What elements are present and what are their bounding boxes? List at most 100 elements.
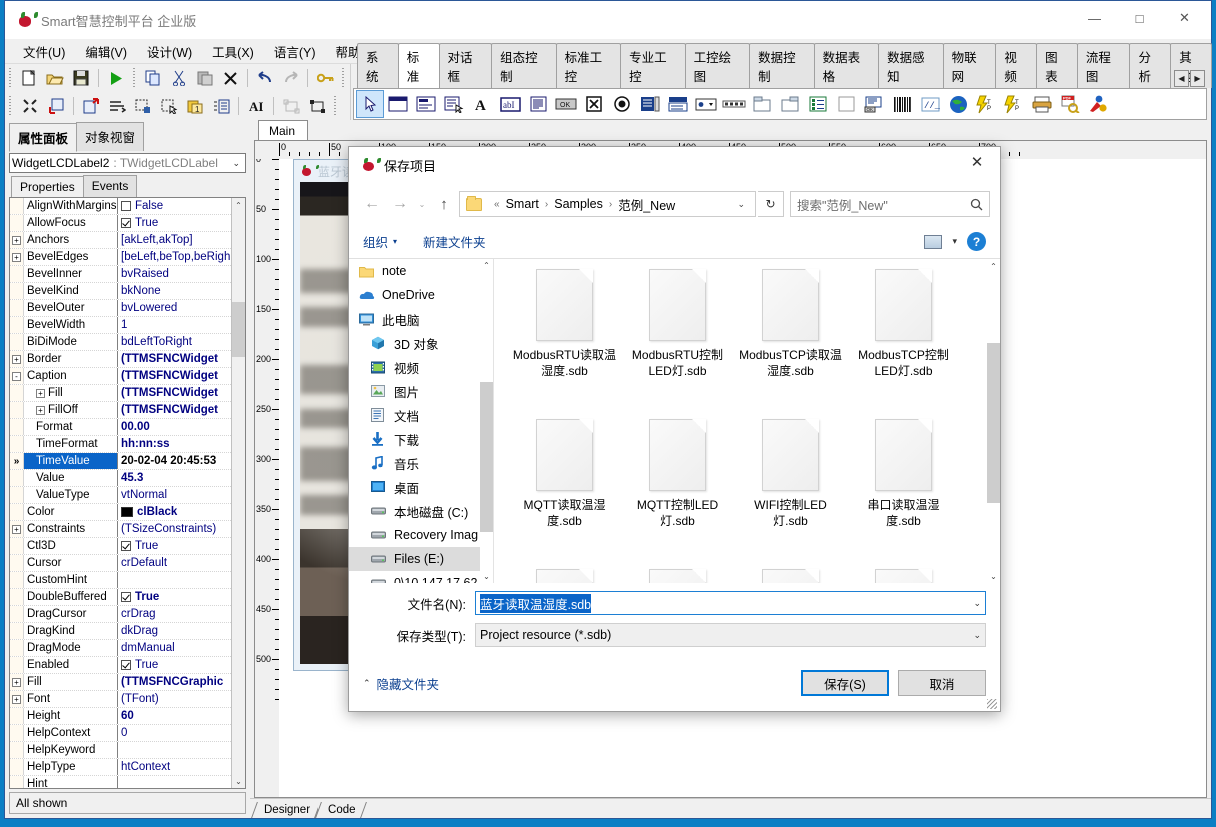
property-value[interactable]: vtNormal: [118, 489, 231, 501]
resize-gripper[interactable]: [987, 699, 997, 709]
panel-icon[interactable]: [384, 90, 412, 118]
filename-input[interactable]: 蓝牙读取温湿度.sdb ⌄: [475, 591, 986, 615]
property-row[interactable]: + Fill (TTMSFNCWidget: [10, 385, 231, 402]
property-value[interactable]: 1: [118, 319, 231, 331]
file-item[interactable]: MQTT读取温湿度.sdb: [508, 419, 621, 569]
menu-item-file[interactable]: 文件(U): [13, 39, 75, 64]
expand-plus-icon[interactable]: +: [36, 405, 45, 415]
cut-scissors-icon[interactable]: [166, 66, 192, 90]
memo-icon[interactable]: [524, 90, 552, 118]
close-button[interactable]: ✕: [1162, 3, 1207, 33]
toolbar-grip-3[interactable]: [341, 68, 347, 88]
file-item[interactable]: [847, 569, 960, 583]
scroll-down-icon[interactable]: ⌄: [232, 774, 245, 788]
ribbon-tab-chart[interactable]: 图表: [1036, 43, 1078, 88]
property-value[interactable]: bvRaised: [118, 268, 231, 280]
property-value[interactable]: 20-02-04 20:45:53: [118, 455, 231, 467]
bring-to-front-icon[interactable]: [43, 94, 69, 118]
property-row[interactable]: Ctl3D True: [10, 538, 231, 555]
property-row[interactable]: Enabled True: [10, 657, 231, 674]
expand-plus-icon[interactable]: +: [12, 354, 21, 364]
breadcrumb-dropdown-icon[interactable]: ⌄: [731, 199, 751, 210]
property-row[interactable]: DragCursor crDrag: [10, 606, 231, 623]
sidebar-item-2[interactable]: 此电脑: [349, 307, 493, 331]
sidebar-item-5[interactable]: 图片: [349, 379, 493, 403]
ribbon-tab-system[interactable]: 系统: [357, 43, 399, 88]
property-row[interactable]: HelpKeyword: [10, 742, 231, 759]
property-value[interactable]: [akLeft,akTop]: [118, 234, 231, 246]
property-value[interactable]: (TTMSFNCWidget: [118, 387, 231, 399]
cancel-button[interactable]: 取消: [898, 670, 986, 696]
sidebar-scrollbar-thumb[interactable]: [480, 382, 493, 532]
file-item[interactable]: [508, 569, 621, 583]
property-value[interactable]: bdLeftToRight: [118, 336, 231, 348]
file-item[interactable]: ModbusRTU读取温湿度.sdb: [508, 269, 621, 419]
file-item[interactable]: ModbusTCP读取温湿度.sdb: [734, 269, 847, 419]
file-scroll-down-icon[interactable]: ⌄: [987, 569, 1000, 583]
checkbox-icon[interactable]: [580, 90, 608, 118]
ribbon-tab-industrial-drawing[interactable]: 工控绘图: [684, 43, 751, 88]
maximize-button[interactable]: □: [1117, 3, 1162, 33]
bottom-tab-code[interactable]: Code: [318, 802, 364, 818]
file-item[interactable]: ModbusRTU控制LED灯.sdb: [621, 269, 734, 419]
script-icon[interactable]: //_: [916, 90, 944, 118]
ribbon-tab-standard-industrial[interactable]: 标准工控: [555, 43, 622, 88]
property-row[interactable]: BiDiMode bdLeftToRight: [10, 334, 231, 351]
ok-panel-icon[interactable]: OK: [860, 90, 888, 118]
file-item[interactable]: [621, 569, 734, 583]
tab-object-view[interactable]: 对象视窗: [76, 122, 145, 151]
property-row[interactable]: Color clBlack: [10, 504, 231, 521]
property-row[interactable]: CustomHint: [10, 572, 231, 589]
sidebar-item-12[interactable]: Files (E:): [349, 547, 493, 571]
combobox-icon[interactable]: [664, 90, 692, 118]
property-row[interactable]: + Fill (TTMSFNCGraphic: [10, 674, 231, 691]
checkbox-icon[interactable]: [121, 201, 131, 211]
property-row[interactable]: DoubleBuffered True: [10, 589, 231, 606]
new-file-icon[interactable]: [17, 66, 43, 90]
order-icon[interactable]: [208, 94, 234, 118]
pointer-icon[interactable]: [356, 90, 384, 118]
blank-panel-icon[interactable]: [832, 90, 860, 118]
menu-item-language[interactable]: 语言(Y): [264, 39, 326, 64]
sidebar-scroll-down-icon[interactable]: ⌄: [480, 570, 493, 583]
file-item[interactable]: [734, 569, 847, 583]
tab-properties-panel[interactable]: 属性面板: [9, 123, 78, 152]
sidebar-scroll-up-icon[interactable]: ⌃: [480, 259, 493, 272]
ribbon-tab-config-control[interactable]: 组态控制: [491, 43, 557, 88]
ribbon-tab-data-sense[interactable]: 数据感知: [878, 43, 944, 88]
expand-plus-icon[interactable]: +: [12, 252, 21, 262]
property-value[interactable]: (TTMSFNCWidget: [118, 353, 231, 365]
property-row[interactable]: AllowFocus True: [10, 215, 231, 232]
sidebar-scrollbar[interactable]: ⌃ ⌄: [480, 259, 493, 583]
scroll-panel-icon[interactable]: [440, 90, 468, 118]
property-value[interactable]: bkNone: [118, 285, 231, 297]
file-list-area[interactable]: ModbusRTU读取温湿度.sdb ModbusRTU控制LED灯.sdb Mod…: [494, 259, 1000, 583]
delete-x-icon[interactable]: [217, 66, 243, 90]
search-input[interactable]: 搜索"范例_New": [790, 191, 990, 217]
undo-icon[interactable]: [252, 66, 278, 90]
property-value[interactable]: False: [118, 200, 231, 212]
align-bottom-icon[interactable]: [130, 94, 156, 118]
toolbar-grip[interactable]: [8, 68, 14, 88]
filetype-select[interactable]: Project resource (*.sdb) ⌄: [475, 623, 986, 647]
chevron-down-icon-filename[interactable]: ⌄: [973, 598, 981, 609]
property-value[interactable]: [beLeft,beTop,beRigh: [118, 251, 231, 263]
checkbox-icon[interactable]: [121, 592, 131, 602]
expand-plus-icon[interactable]: +: [12, 235, 21, 245]
sidebar-item-9[interactable]: 桌面: [349, 475, 493, 499]
property-row[interactable]: + Anchors [akLeft,akTop]: [10, 232, 231, 249]
property-value[interactable]: (TFont): [118, 693, 231, 705]
property-row[interactable]: + Border (TTMSFNCWidget: [10, 351, 231, 368]
property-value[interactable]: 00.00: [118, 421, 231, 433]
file-item[interactable]: ModbusTCP控制LED灯.sdb: [847, 269, 960, 419]
radio-button-icon[interactable]: [608, 90, 636, 118]
property-value[interactable]: bvLowered: [118, 302, 231, 314]
dialog-sidebar[interactable]: note OneDrive 此电脑 3D 对象 视频 图片 文档 下载 音乐 桌面 本地磁盘 (C:…: [349, 259, 494, 583]
label-icon[interactable]: A: [468, 90, 496, 118]
listbox-icon[interactable]: [636, 90, 664, 118]
sidebar-item-7[interactable]: 下载: [349, 427, 493, 451]
toolbar-grip-4[interactable]: [8, 96, 14, 116]
ribbon-tab-dialog[interactable]: 对话框: [438, 43, 493, 88]
subtab-events[interactable]: Events: [82, 175, 138, 197]
sidebar-item-10[interactable]: 本地磁盘 (C:): [349, 499, 493, 523]
